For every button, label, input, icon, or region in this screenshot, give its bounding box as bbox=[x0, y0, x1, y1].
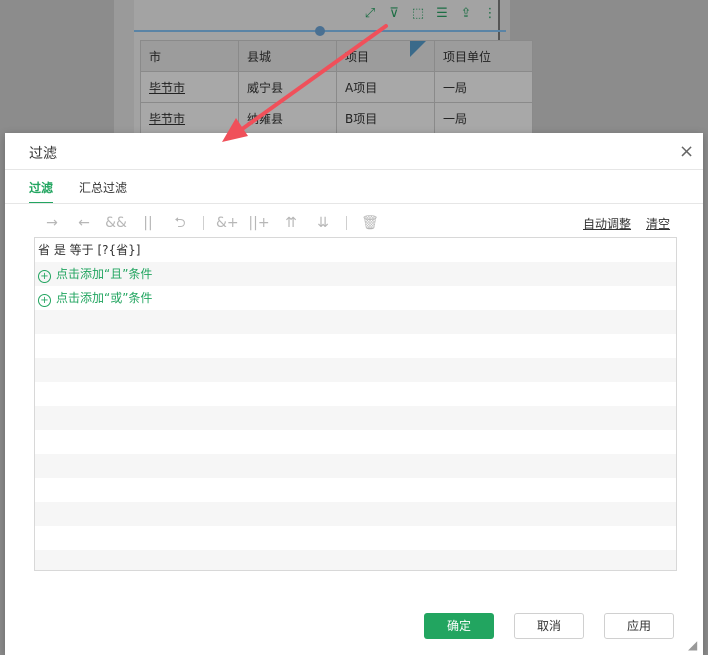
annotation-arrow bbox=[222, 24, 388, 142]
